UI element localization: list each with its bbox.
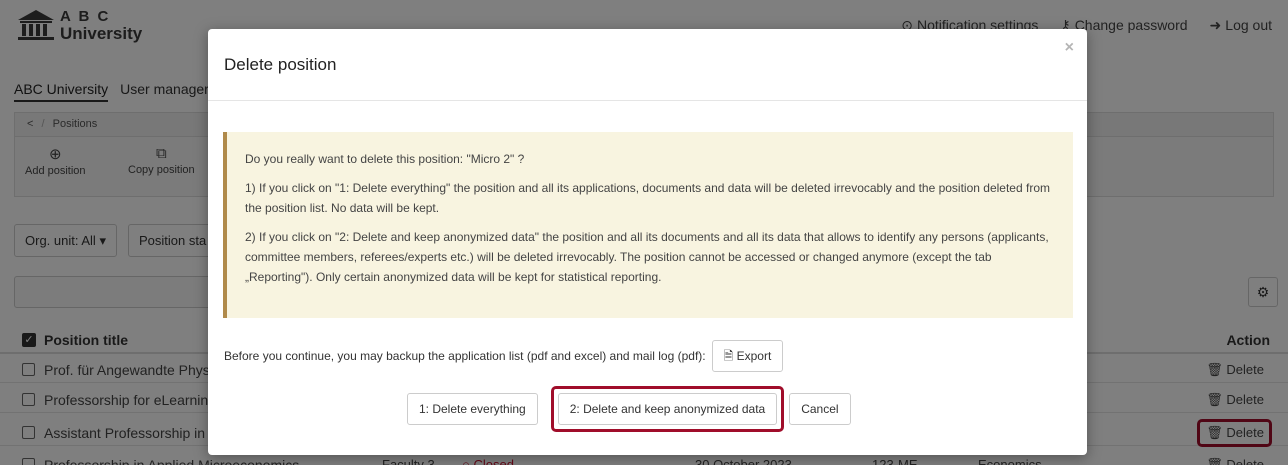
modal-title: Delete position [224, 55, 337, 74]
delete-keep-anonymized-button[interactable]: 2: Delete and keep anonymized data [557, 393, 778, 425]
option-2-description: 2) If you click on "2: Delete and keep a… [245, 230, 1049, 284]
dialog-actions: 1: Delete everything 2: Delete and keep … [407, 386, 851, 432]
delete-keep-anonymized-highlight: 2: Delete and keep anonymized data [550, 386, 785, 432]
delete-question: Do you really want to delete this positi… [245, 152, 525, 166]
backup-row: Before you continue, you may backup the … [224, 340, 784, 372]
cancel-button[interactable]: Cancel [789, 393, 851, 425]
close-icon[interactable]: × [1065, 39, 1074, 57]
delete-everything-button[interactable]: 1: Delete everything [407, 393, 538, 425]
export-button[interactable]: 🗎 Export [711, 340, 784, 372]
option-1-description: 1) If you click on "1: Delete everything… [245, 181, 1050, 215]
warning-box: Do you really want to delete this positi… [223, 132, 1073, 318]
pdf-file-icon: 🗎 [723, 349, 734, 363]
backup-text: Before you continue, you may backup the … [224, 349, 706, 363]
modal-header: Delete position × [208, 29, 1087, 101]
delete-position-dialog: Delete position × Do you really want to … [208, 29, 1087, 455]
